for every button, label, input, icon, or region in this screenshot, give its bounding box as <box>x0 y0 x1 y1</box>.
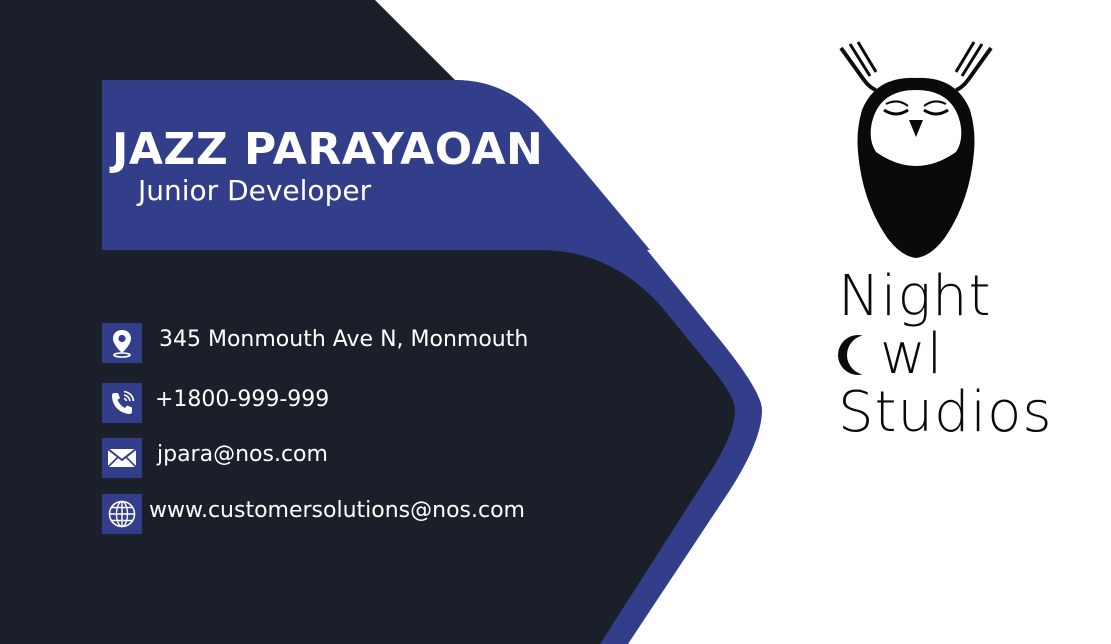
crescent-moon-icon <box>838 335 878 375</box>
business-card: JAZZ PARAYAOAN Junior Developer 345 Monm… <box>0 0 1111 644</box>
envelope-icon <box>102 438 142 478</box>
website-text: www.customersolutions@nos.com <box>149 498 525 523</box>
brand-line-3: Studios <box>838 380 1053 445</box>
phone-icon <box>102 383 142 423</box>
brand-line-2: wl <box>838 326 1053 384</box>
location-pin-icon <box>102 323 142 363</box>
brand-wordmark: Night wl Studios <box>838 268 1053 442</box>
job-title: Junior Developer <box>138 174 372 207</box>
person-name: JAZZ PARAYAOAN <box>112 124 544 175</box>
owl-logo-icon <box>839 41 993 258</box>
phone-text: +1800-999-999 <box>155 387 330 412</box>
dark-panel <box>0 0 455 80</box>
brand-line-2-text: wl <box>880 322 944 387</box>
email-text: jpara@nos.com <box>157 442 328 467</box>
address-text: 345 Monmouth Ave N, Monmouth <box>159 327 529 352</box>
globe-icon <box>102 494 142 534</box>
brand-line-1: Night <box>838 264 992 329</box>
